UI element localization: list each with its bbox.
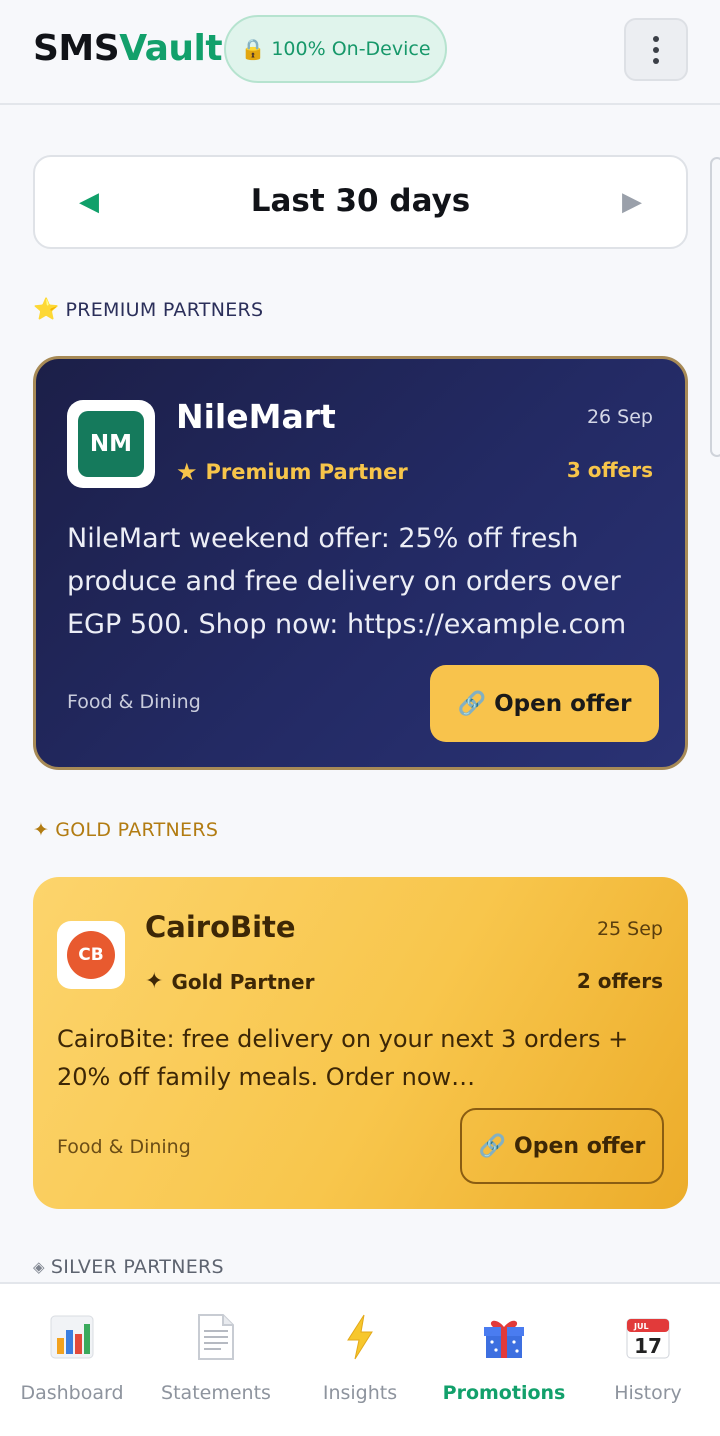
premium-offer-card[interactable]: NM NileMart 26 Sep ★ Premium Partner 3 o…	[33, 356, 688, 770]
nav-label: Promotions	[442, 1382, 566, 1404]
link-icon: 🔗	[457, 691, 487, 717]
nav-statements[interactable]: Statements	[144, 1284, 288, 1436]
nav-history[interactable]: JUL 17 History	[576, 1284, 720, 1436]
lightning-icon	[335, 1312, 385, 1362]
merchant-logo: NM	[67, 400, 155, 488]
link-icon: 🔗	[478, 1133, 506, 1159]
next-range-button[interactable]: ▶	[622, 187, 642, 217]
offer-count: 2 offers	[576, 969, 663, 993]
sparkle-icon: ✦	[33, 819, 50, 841]
date-range-label: Last 30 days	[250, 183, 471, 219]
bar-chart-icon	[47, 1312, 97, 1362]
section-header-premium: ⭐ PREMIUM PARTNERS	[33, 297, 264, 321]
svg-text:JUL: JUL	[633, 1322, 649, 1331]
merchant-name: CairoBite	[145, 910, 296, 944]
on-device-badge: 🔒 100% On-Device	[224, 15, 447, 83]
nav-label: Insights	[322, 1382, 398, 1404]
merchant-logo: CB	[57, 921, 125, 989]
document-icon	[191, 1312, 241, 1362]
offer-message: CairoBite: free delivery on your next 3 …	[57, 1025, 629, 1091]
on-device-badge-label: 100% On-Device	[271, 38, 431, 60]
date-range-selector: ◀ Last 30 days ▶	[33, 155, 688, 249]
merchant-name: NileMart	[176, 397, 336, 436]
open-offer-button[interactable]: 🔗 Open offer	[460, 1108, 664, 1184]
more-vertical-icon	[653, 35, 659, 42]
open-offer-button[interactable]: 🔗 Open offer	[430, 665, 659, 742]
nav-insights[interactable]: Insights	[288, 1284, 432, 1436]
offer-count: 3 offers	[566, 458, 653, 482]
offer-message: NileMart weekend offer: 25% off fresh pr…	[67, 523, 627, 640]
scrollbar[interactable]	[710, 157, 720, 457]
sparkle-icon: ✦	[145, 969, 164, 994]
offer-date: 26 Sep	[586, 406, 653, 428]
gold-offer-card[interactable]: CB CairoBite 25 Sep ✦ Gold Partner 2 off…	[33, 877, 688, 1209]
calendar-icon: JUL 17	[623, 1312, 673, 1362]
star-icon: ⭐	[33, 297, 60, 321]
partner-tier: ✦ Gold Partner	[145, 969, 315, 994]
svg-text:17: 17	[634, 1334, 662, 1358]
section-header-silver: ◈ SILVER PARTNERS	[33, 1256, 224, 1278]
app-logo: SMSVault	[33, 28, 223, 69]
bottom-navigation: Dashboard Statements Insights Promotions…	[0, 1282, 720, 1436]
nav-label: Statements	[161, 1382, 271, 1404]
section-header-gold: ✦ GOLD PARTNERS	[33, 819, 219, 841]
offer-category: Food & Dining	[67, 691, 201, 713]
diamond-icon: ◈	[33, 1258, 45, 1276]
nav-label: Dashboard	[20, 1382, 124, 1404]
nav-dashboard[interactable]: Dashboard	[0, 1284, 144, 1436]
nav-label: History	[614, 1382, 682, 1404]
offer-category: Food & Dining	[57, 1136, 191, 1158]
app-header: SMSVault 🔒 100% On-Device	[0, 0, 720, 105]
nav-promotions[interactable]: Promotions	[432, 1284, 576, 1436]
gift-icon	[479, 1312, 529, 1362]
partner-tier: ★ Premium Partner	[176, 458, 408, 486]
overflow-menu-button[interactable]	[624, 18, 688, 81]
lock-icon: 🔒	[240, 37, 266, 61]
offer-date: 25 Sep	[596, 918, 663, 940]
star-icon: ★	[176, 458, 198, 486]
